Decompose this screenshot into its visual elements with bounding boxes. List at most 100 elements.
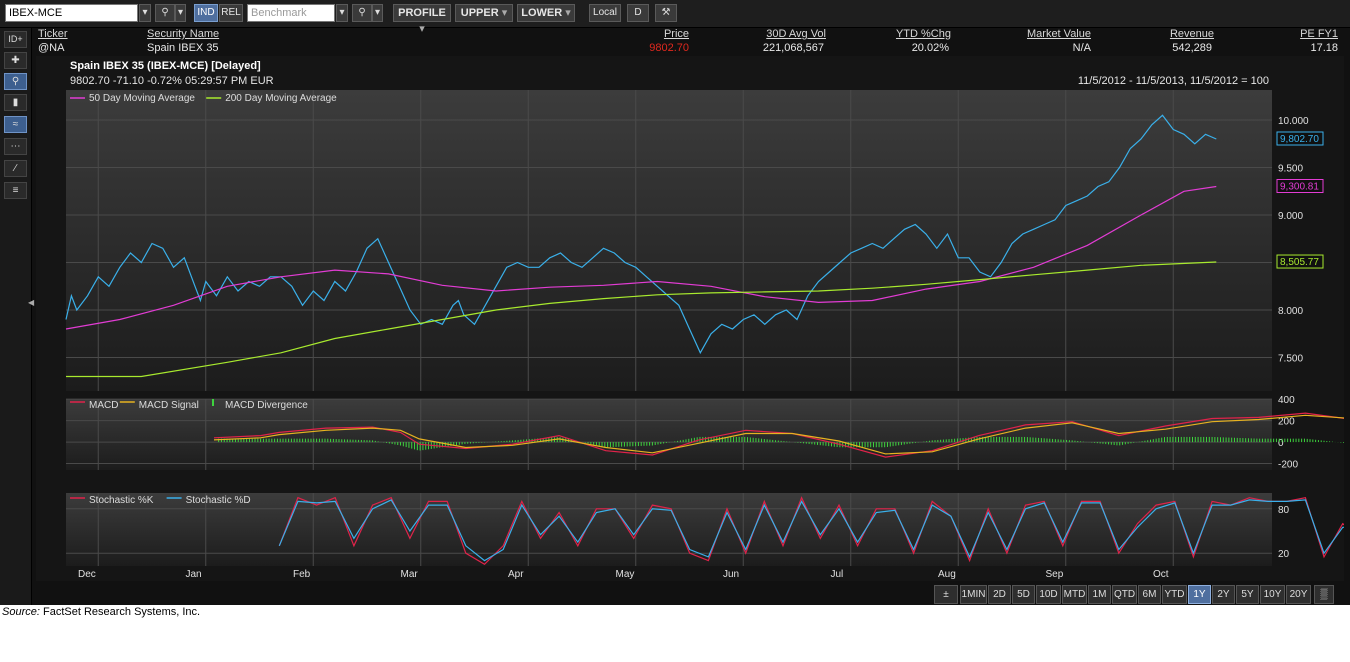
y-tick-label: 9.500 <box>1278 164 1303 175</box>
frequency-button[interactable]: D <box>627 4 649 22</box>
trendline-icon[interactable]: ∕ <box>4 160 27 177</box>
period-button-ytd[interactable]: YTD <box>1162 585 1187 604</box>
lower-button[interactable]: LOWER <box>517 4 575 22</box>
chart-area[interactable]: Spain IBEX 35 (IBEX-MCE) [Delayed] 9802.7… <box>36 56 1344 581</box>
search-icon[interactable]: ⚲ <box>155 4 175 22</box>
zoom-icon[interactable]: ⚲ <box>4 73 27 90</box>
y-tick-label: 8.000 <box>1278 306 1303 317</box>
benchmark-dropdown-icon[interactable]: ▾ <box>336 4 348 22</box>
collapse-arrow-icon[interactable]: ◀ <box>28 298 34 307</box>
x-tick-label: May <box>616 569 635 580</box>
period-button-20y[interactable]: 20Y <box>1286 585 1311 604</box>
y-tick-label: 80 <box>1278 505 1290 516</box>
market-value-header[interactable]: Market Value <box>986 28 1091 40</box>
x-tick-label: Aug <box>938 569 956 580</box>
chart-svg[interactable]: Spain IBEX 35 (IBEX-MCE) [Delayed] 9802.7… <box>36 56 1344 581</box>
period-button-1m[interactable]: 1M <box>1088 585 1111 604</box>
x-tick-label: Jul <box>831 569 844 580</box>
legend-label: MACD Divergence <box>225 400 308 411</box>
period-button-10y[interactable]: 10Y <box>1260 585 1285 604</box>
x-tick-label: Sep <box>1046 569 1064 580</box>
y-tick-label: 7.500 <box>1278 354 1303 365</box>
avg-vol-header[interactable]: 30D Avg Vol <box>716 28 826 40</box>
revenue-header[interactable]: Revenue <box>1116 28 1214 40</box>
y-tick-label: -200 <box>1278 460 1298 471</box>
legend-label: MACD Signal <box>139 400 199 411</box>
tool-sidebar: ID+ ✚ ⚲ ▮ ≈ ⋯ ∕ ≡ ◀ <box>0 28 34 605</box>
period-button-qtd[interactable]: QTD <box>1112 585 1137 604</box>
legend-label: Stochastic %D <box>186 495 251 506</box>
security-info-header: Ticker @NA Security Name Spain IBEX 35 P… <box>36 28 1344 56</box>
ticker-value: @NA <box>38 42 65 54</box>
period-button-5d[interactable]: 5D <box>1012 585 1035 604</box>
toolbar: IBEX-MCE ▾ ⚲ ▾ IND REL Benchmark ▾ ⚲ ▾ P… <box>0 0 1350 28</box>
period-button-1y[interactable]: 1Y <box>1188 585 1211 604</box>
grid-menu-icon[interactable]: ▒ <box>1314 585 1334 604</box>
legend-label: 200 Day Moving Average <box>225 93 337 104</box>
date-range-label: 11/5/2012 - 11/5/2013, 11/5/2012 = 100 <box>1078 75 1269 87</box>
x-tick-label: Apr <box>508 569 524 580</box>
ticker-input[interactable]: IBEX-MCE <box>5 4 138 22</box>
x-tick-label: Oct <box>1153 569 1169 580</box>
revenue-value: 542,289 <box>1172 42 1212 54</box>
profile-button[interactable]: PROFILE <box>393 4 451 22</box>
period-button-10d[interactable]: 10D <box>1036 585 1061 604</box>
bar-chart-icon[interactable]: ▮ <box>4 94 27 111</box>
avg-vol-value: 221,068,567 <box>762 42 824 54</box>
benchmark-search-icon[interactable]: ⚲ <box>352 4 372 22</box>
security-name-value: Spain IBEX 35 <box>147 42 219 54</box>
ytd-chg-header[interactable]: YTD %Chg <box>856 28 951 40</box>
x-tick-label: Feb <box>293 569 311 580</box>
period-button-mtd[interactable]: MTD <box>1062 585 1087 604</box>
benchmark-input[interactable]: Benchmark <box>247 4 335 22</box>
y-tick-label: 9.000 <box>1278 211 1303 222</box>
y-tick-label: 200 <box>1278 417 1295 428</box>
pe-fy1-value: 17.18 <box>1310 42 1338 54</box>
horizontal-line-icon[interactable]: ⋯ <box>4 138 27 155</box>
chevron-down-icon[interactable]: ▾ <box>372 4 383 22</box>
add-period-icon[interactable]: ± <box>934 585 958 604</box>
legend-label: 50 Day Moving Average <box>89 93 195 104</box>
wrench-icon[interactable]: ⚒ <box>655 4 677 22</box>
chart-application: IBEX-MCE ▾ ⚲ ▾ IND REL Benchmark ▾ ⚲ ▾ P… <box>0 0 1350 605</box>
price-header[interactable]: Price <box>596 28 689 40</box>
y-tick-label: 10.000 <box>1278 116 1309 127</box>
line-chart-icon[interactable]: ≈ <box>4 116 27 133</box>
source-text: FactSet Research Systems, Inc. <box>42 606 201 618</box>
local-button[interactable]: Local <box>589 4 621 22</box>
x-tick-label: Dec <box>78 569 96 580</box>
upper-button[interactable]: UPPER <box>455 4 513 22</box>
period-button-2d[interactable]: 2D <box>988 585 1011 604</box>
id-plus-button[interactable]: ID+ <box>4 31 27 48</box>
last-value-label: 8,505.77 <box>1280 257 1319 268</box>
period-button-1min[interactable]: 1MIN <box>960 585 987 604</box>
last-value-label: 9,802.70 <box>1280 134 1319 145</box>
price-value: 9802.70 <box>649 42 689 54</box>
legend-label: MACD <box>89 400 118 411</box>
quote-line: 9802.70 -71.10 -0.72% 05:29:57 PM EUR <box>70 75 274 87</box>
crosshair-icon[interactable]: ✚ <box>4 52 27 69</box>
ind-toggle[interactable]: IND <box>194 4 218 22</box>
last-value-label: 9,300.81 <box>1280 182 1319 193</box>
x-tick-label: Jun <box>723 569 739 580</box>
y-tick-label: 20 <box>1278 549 1290 560</box>
rel-toggle[interactable]: REL <box>219 4 243 22</box>
table-icon[interactable]: ≡ <box>4 182 27 199</box>
y-tick-label: 400 <box>1278 395 1295 406</box>
ticker-dropdown-icon[interactable]: ▾ <box>139 4 151 22</box>
ytd-chg-value: 20.02% <box>911 42 949 54</box>
source-note: Source: FactSet Research Systems, Inc. <box>2 606 200 618</box>
chevron-down-icon[interactable]: ▾ <box>175 4 186 22</box>
period-button-5y[interactable]: 5Y <box>1236 585 1259 604</box>
period-button-6m[interactable]: 6M <box>1138 585 1161 604</box>
ticker-header[interactable]: Ticker <box>38 28 68 40</box>
plot-panel-bg <box>66 90 1272 391</box>
security-name-header[interactable]: Security Name <box>147 28 219 40</box>
chart-title: Spain IBEX 35 (IBEX-MCE) [Delayed] <box>70 60 261 72</box>
x-tick-label: Mar <box>401 569 419 580</box>
legend-label: Stochastic %K <box>89 495 154 506</box>
pe-fy1-header[interactable]: PE FY1 <box>1246 28 1338 40</box>
market-value-value: N/A <box>1072 42 1091 54</box>
x-tick-label: Jan <box>186 569 202 580</box>
period-button-2y[interactable]: 2Y <box>1212 585 1235 604</box>
